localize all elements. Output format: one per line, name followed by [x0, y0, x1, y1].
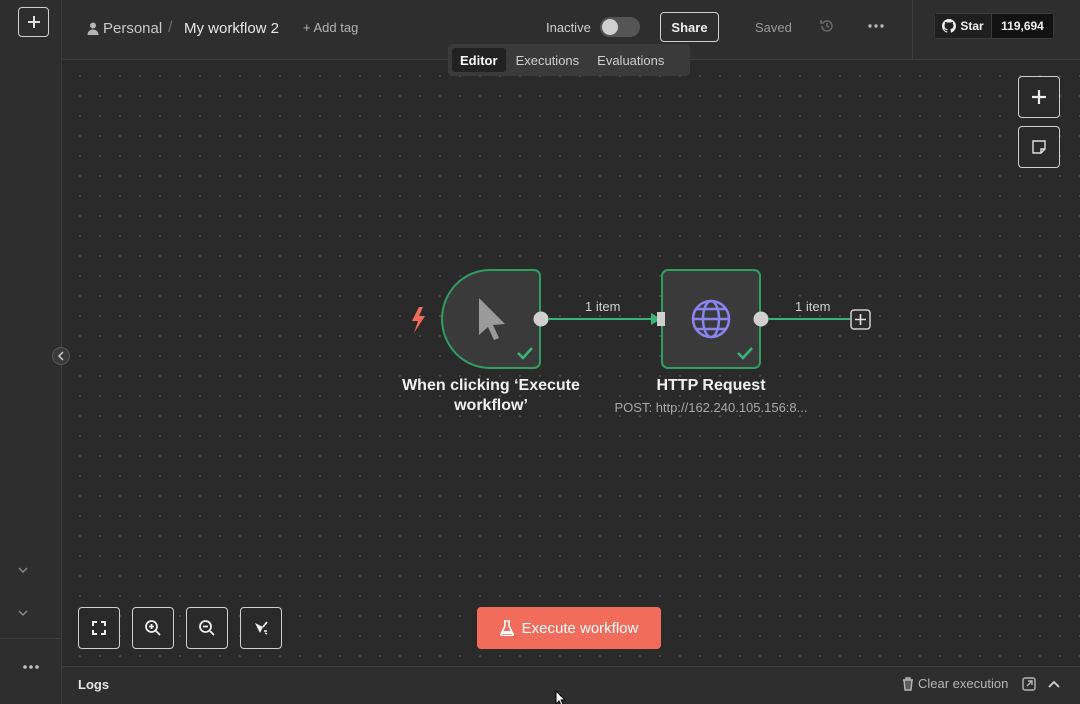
- github-star-button[interactable]: Star 119,694: [934, 13, 1054, 39]
- flask-icon: [499, 620, 514, 636]
- workflow-name[interactable]: My workflow 2: [184, 18, 279, 38]
- execute-workflow-label: Execute workflow: [521, 619, 639, 637]
- save-status: Saved: [755, 20, 792, 35]
- tab-evaluations[interactable]: Evaluations: [589, 48, 672, 72]
- zoom-in-button[interactable]: [132, 607, 174, 649]
- tidy-up-button[interactable]: [240, 607, 282, 649]
- edge-item-count: 1 item: [795, 299, 831, 314]
- view-tabs: Editor Executions Evaluations: [448, 44, 690, 76]
- breadcrumb-project[interactable]: Personal: [87, 18, 162, 38]
- active-toggle[interactable]: [600, 17, 640, 37]
- add-resource-button[interactable]: [18, 7, 49, 37]
- broom-icon: [255, 621, 268, 635]
- tab-editor[interactable]: Editor: [452, 48, 506, 72]
- github-star[interactable]: Star: [934, 13, 992, 39]
- fit-view-button[interactable]: [78, 607, 120, 649]
- collapse-sidebar-button[interactable]: [52, 347, 70, 365]
- pop-out-icon[interactable]: [1022, 677, 1036, 691]
- plus-icon: [1032, 90, 1046, 104]
- add-node-button[interactable]: [1018, 76, 1060, 118]
- active-status-label: Inactive: [546, 20, 591, 35]
- clear-execution-label: Clear execution: [918, 676, 1009, 691]
- more-horizontal-icon: [23, 665, 39, 669]
- header-divider: [912, 0, 913, 60]
- github-star-count: 119,694: [992, 13, 1054, 39]
- chevron-down-icon[interactable]: [14, 606, 32, 620]
- project-name: Personal: [103, 19, 163, 37]
- chevron-left-icon: [57, 351, 64, 361]
- user-icon: [87, 22, 99, 35]
- node-subtitle: POST: http://162.240.105.156:8...: [614, 400, 808, 415]
- edge-item-count: 1 item: [585, 299, 621, 314]
- zoom-in-icon: [145, 620, 161, 636]
- user-menu-button[interactable]: [20, 660, 42, 674]
- zoom-out-icon: [199, 620, 215, 636]
- trash-icon: [903, 676, 913, 691]
- sticky-note-icon: [1032, 140, 1046, 154]
- fit-view-icon: [92, 621, 106, 635]
- sidebar-divider: [0, 638, 62, 639]
- node-title: HTTP Request: [656, 377, 766, 394]
- mouse-cursor-icon: [555, 690, 567, 704]
- more-horizontal-icon[interactable]: [868, 20, 884, 32]
- github-star-label: Star: [960, 19, 984, 33]
- execute-workflow-button[interactable]: Execute workflow: [477, 607, 661, 649]
- tab-executions[interactable]: Executions: [508, 48, 588, 72]
- workflow-canvas[interactable]: [62, 60, 1080, 666]
- clear-execution-button[interactable]: Clear execution: [902, 676, 1008, 691]
- history-icon[interactable]: [819, 18, 835, 34]
- plus-icon: [27, 16, 40, 28]
- share-button[interactable]: Share: [660, 12, 719, 42]
- chevron-down-icon[interactable]: [14, 563, 32, 577]
- github-icon: [942, 19, 957, 33]
- add-tag-link[interactable]: + Add tag: [303, 20, 358, 35]
- chevron-up-icon[interactable]: [1047, 678, 1061, 690]
- logs-title[interactable]: Logs: [78, 677, 109, 692]
- breadcrumb-separator: /: [168, 19, 173, 36]
- node-title: When clicking ‘Execute workflow’: [402, 377, 580, 414]
- zoom-out-button[interactable]: [186, 607, 228, 649]
- logs-panel: Logs Clear execution: [62, 666, 1080, 704]
- add-sticky-note-button[interactable]: [1018, 126, 1060, 168]
